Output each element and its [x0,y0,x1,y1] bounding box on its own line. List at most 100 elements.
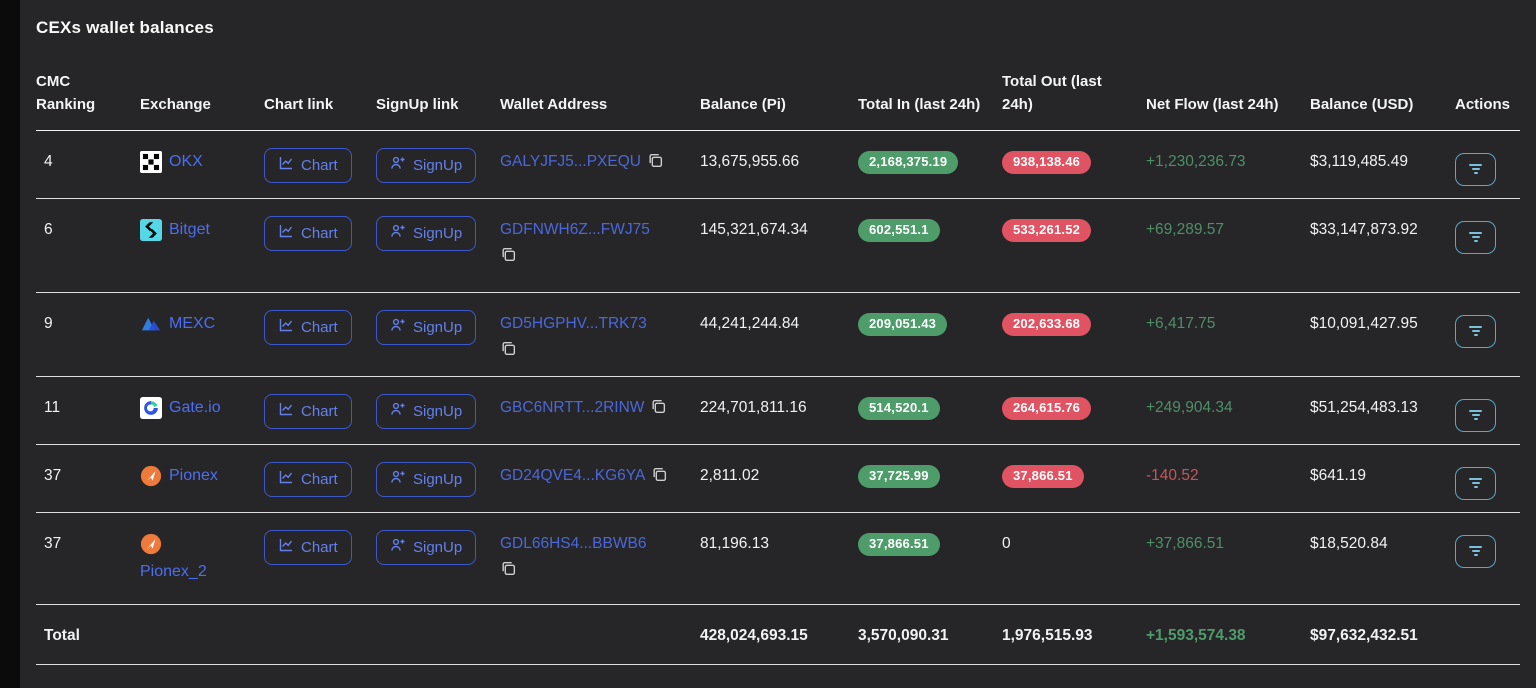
mexc-logo-icon [140,313,162,335]
cex-balances-table: CMC Ranking Exchange Chart link SignUp l… [36,42,1520,665]
signup-link-button[interactable]: SignUp [376,216,476,251]
signup-button-label: SignUp [413,471,462,489]
copy-icon[interactable] [500,246,517,263]
chart-link-button[interactable]: Chart [264,530,352,565]
signup-button-label: SignUp [413,403,462,421]
cex-balances-panel: CEXs wallet balances CMC Ranking Exchang… [20,0,1536,688]
cmc-ranking-value: 9 [36,313,53,335]
total-label: Total [36,625,80,647]
wallet-address-link[interactable]: GDL66HS4...BBWB6 [500,535,646,552]
balance-pi-value: 2,811.02 [700,467,759,484]
net-flow-value: -140.52 [1146,467,1199,484]
chart-button-label: Chart [301,319,338,337]
line-chart-icon [278,155,294,176]
exchange-name: Pionex [169,465,218,487]
line-chart-icon [278,317,294,338]
chart-link-button[interactable]: Chart [264,148,352,183]
actions-button[interactable] [1455,467,1496,500]
chart-button-label: Chart [301,471,338,489]
signup-link-button[interactable]: SignUp [376,394,476,429]
balance-usd-value: $33,147,873.92 [1310,221,1418,238]
header-net-flow: Net Flow (last 24h) [1146,42,1310,131]
user-plus-icon [390,401,406,422]
wallet-address-link[interactable]: GD5HGPHV...TRK73 [500,315,647,332]
exchange-link-gateio[interactable]: Gate.io [140,397,221,419]
net-flow-value: +249,904.34 [1146,399,1233,416]
header-actions: Actions [1455,42,1520,131]
net-flow-value: +69,289.57 [1146,221,1224,238]
exchange-link-pionex[interactable]: Pionex [140,465,218,487]
chart-button-label: Chart [301,157,338,175]
bitget-logo-icon [140,219,162,241]
chart-button-label: Chart [301,403,338,421]
table-row: 37 Pionex Chart [36,445,1520,513]
line-chart-icon [278,537,294,558]
user-plus-icon [390,317,406,338]
copy-icon[interactable] [651,466,668,483]
actions-button[interactable] [1455,153,1496,186]
wallet-address-link[interactable]: GBC6NRTT...2RINW [500,399,644,416]
copy-icon[interactable] [500,560,517,577]
copy-icon[interactable] [647,152,664,169]
line-chart-icon [278,401,294,422]
copy-icon[interactable] [650,398,667,415]
cmc-ranking-value: 11 [36,397,60,419]
line-chart-icon [278,469,294,490]
exchange-link-okx[interactable]: OKX [140,151,203,173]
signup-button-label: SignUp [413,319,462,337]
wallet-address-link[interactable]: GALYJFJ5...PXEQU [500,153,641,170]
signup-button-label: SignUp [413,157,462,175]
exchange-link-mexc[interactable]: MEXC [140,313,215,335]
total-out-badge: 37,866.51 [1002,465,1084,488]
exchange-name: Gate.io [169,397,221,419]
okx-logo-icon [140,151,162,173]
total-balance-usd: $97,632,432.51 [1310,627,1418,644]
total-in-sum: 3,570,090.31 [858,627,949,644]
chart-button-label: Chart [301,539,338,557]
table-row: 37 Pionex_2 Chart [36,513,1520,605]
user-plus-icon [390,155,406,176]
actions-button[interactable] [1455,221,1496,254]
actions-button[interactable] [1455,315,1496,348]
total-in-badge: 37,725.99 [858,465,940,488]
header-chart-link: Chart link [264,42,376,131]
signup-link-button[interactable]: SignUp [376,530,476,565]
balance-usd-value: $10,091,427.95 [1310,315,1418,332]
total-in-badge: 2,168,375.19 [858,151,958,174]
balance-pi-value: 44,241,244.84 [700,315,799,332]
balance-pi-value: 81,196.13 [700,535,769,552]
chart-link-button[interactable]: Chart [264,310,352,345]
header-cmc-ranking: CMC Ranking [36,42,140,131]
total-out-badge: 533,261.52 [1002,219,1091,242]
total-out-badge: 202,633.68 [1002,313,1091,336]
signup-link-button[interactable]: SignUp [376,310,476,345]
total-net-flow: +1,593,574.38 [1146,627,1246,644]
signup-button-label: SignUp [413,225,462,243]
total-out-badge: 264,615.76 [1002,397,1091,420]
exchange-link-pionex-2[interactable]: Pionex_2 [140,533,207,583]
signup-link-button[interactable]: SignUp [376,462,476,497]
actions-button[interactable] [1455,535,1496,568]
total-out-sum: 1,976,515.93 [1002,627,1093,644]
actions-button[interactable] [1455,399,1496,432]
signup-link-button[interactable]: SignUp [376,148,476,183]
user-plus-icon [390,469,406,490]
total-in-badge: 514,520.1 [858,397,940,420]
balance-usd-value: $3,119,485.49 [1310,153,1408,170]
cmc-ranking-value: 37 [36,465,61,487]
wallet-address-link[interactable]: GDFNWH6Z...FWJ75 [500,221,650,238]
table-header-row: CMC Ranking Exchange Chart link SignUp l… [36,42,1520,131]
chart-link-button[interactable]: Chart [264,394,352,429]
table-row: 11 Gate.io Chart [36,377,1520,445]
exchange-link-bitget[interactable]: Bitget [140,219,210,241]
page-title: CEXs wallet balances [36,0,1520,38]
chart-link-button[interactable]: Chart [264,462,352,497]
exchange-name: Pionex_2 [140,563,207,580]
chart-link-button[interactable]: Chart [264,216,352,251]
copy-icon[interactable] [500,340,517,357]
cmc-ranking-value: 4 [36,151,53,173]
wallet-address-link[interactable]: GD24QVE4...KG6YA [500,467,645,484]
header-balance-usd: Balance (USD) [1310,42,1455,131]
header-balance-pi: Balance (Pi) [700,42,858,131]
pionex-logo-icon [140,465,162,487]
